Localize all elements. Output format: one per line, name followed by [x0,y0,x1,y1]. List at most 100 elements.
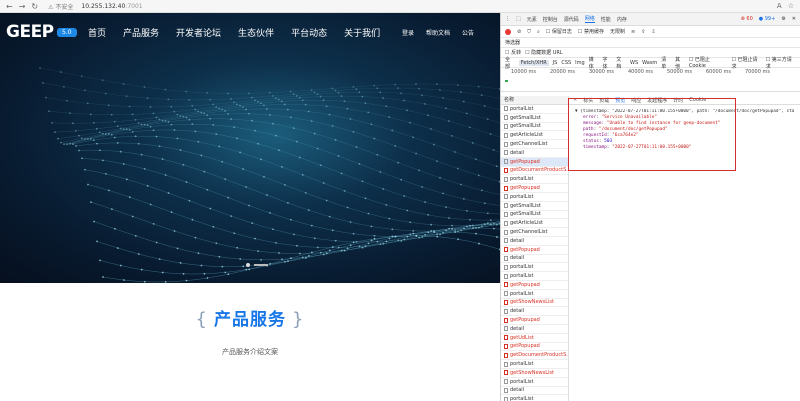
request-row[interactable]: portalList [501,175,568,185]
request-row[interactable]: getPopupad [501,184,568,193]
disable-cache-checkbox[interactable]: ☐ 禁用缓存 [578,28,604,35]
request-row[interactable]: getDocumentProductS... [501,167,568,176]
request-row[interactable]: getPopupad [501,246,568,255]
request-row[interactable]: getArticleList [501,131,568,141]
request-row[interactable]: detail [501,237,568,246]
request-row[interactable]: portalList [501,360,568,369]
request-row[interactable]: getSmallList [501,114,568,123]
tab-network[interactable]: 网络 [584,15,595,23]
help-docs-link[interactable]: 帮助文档 [426,28,450,37]
import-icon[interactable]: ⇪ [641,29,645,35]
nav-item-news[interactable]: 平台动态 [291,26,327,39]
nav-item-partners[interactable]: 生态伙伴 [238,26,274,39]
request-row[interactable]: portalList [501,263,568,273]
type-filter-4[interactable]: Img [575,60,585,66]
wave-particle [131,215,134,218]
carousel-dot[interactable] [246,263,250,267]
carousel-dash[interactable] [254,264,268,266]
hide-data-url-checkbox[interactable]: ☐ 隐藏数据 URL [525,49,563,56]
export-icon[interactable]: ⇩ [651,29,655,35]
back-icon[interactable]: ← [6,2,13,11]
favorite-star-icon[interactable]: ☆ [788,2,794,10]
forward-icon[interactable]: → [19,2,26,11]
request-row[interactable]: getChannelList [501,140,568,149]
settings-gear-icon[interactable]: ⚙ [781,16,785,22]
request-row[interactable]: getSmallList [501,211,568,220]
tab-sources[interactable]: 源代码 [564,16,579,23]
logo[interactable]: GEEP [6,22,54,42]
nav-item-about[interactable]: 关于我们 [344,26,380,39]
request-row[interactable]: portalList [501,193,568,202]
warning-count[interactable]: ● 99+ [759,16,776,22]
announcement-link[interactable]: 公告 [462,28,474,37]
wave-particle [373,84,376,87]
inspect-icon[interactable]: ⬚ [516,16,521,22]
wave-line [39,67,500,94]
error-count[interactable]: ⊗ 60 [741,16,753,22]
request-row[interactable]: detail [501,255,568,264]
tab-performance[interactable]: 性能 [601,16,611,23]
wave-particle [110,208,113,211]
wave-particle [140,153,143,156]
search-icon[interactable]: ⌕ [537,29,540,35]
request-row[interactable]: detail [501,307,568,317]
request-row[interactable]: getPopupad [501,316,568,325]
preserve-log-checkbox[interactable]: ☐ 保留日志 [546,28,572,35]
request-row[interactable]: getShowNewsList [501,299,568,308]
type-filter-3[interactable]: CSS [561,60,571,66]
nav-item-home[interactable]: 首页 [88,26,106,39]
network-timeline-overview[interactable]: 10000 ms 20000 ms 30000 ms 40000 ms 50000 ms… [501,68,800,92]
request-row[interactable]: getPopupad [501,343,568,352]
request-row[interactable]: getSmallList [501,123,568,132]
throttling-select[interactable]: 无限制 [610,28,625,35]
filter-input[interactable]: 筛选器 [505,39,520,46]
wifi-icon[interactable]: ≋ [631,29,635,35]
wave-particle [101,159,104,162]
request-list-header[interactable]: 名称 [501,96,568,105]
type-filter-2[interactable]: JS [553,60,558,66]
wave-particle [99,259,101,262]
read-aloud-icon[interactable]: A [777,2,782,10]
nav-item-forum[interactable]: 开发者论坛 [176,26,221,39]
reload-icon[interactable]: ↻ [31,2,38,11]
request-row[interactable]: portalList [501,290,568,299]
record-icon[interactable] [505,28,511,35]
request-name: portalList [510,378,534,385]
type-filter-8[interactable]: WS [630,60,638,66]
close-devtools-icon[interactable]: ✕ [792,16,796,22]
request-row[interactable]: detail [501,387,568,396]
tab-console[interactable]: 控制台 [543,16,558,23]
request-row[interactable]: getPopupad [501,157,568,167]
request-row[interactable]: portalList [501,105,568,114]
wave-particle [358,163,361,165]
request-row[interactable]: getDocumentProductS... [501,351,568,361]
wave-particle [301,99,304,102]
type-filter-9[interactable]: Wasm [642,60,657,66]
address-input[interactable]: 10.255.132.40:7001 [81,3,142,10]
tab-memory[interactable]: 内存 [617,16,627,23]
security-indicator[interactable]: ⚠ 不安全 [48,2,73,11]
wave-particle [433,231,436,233]
request-row[interactable]: getSmallList [501,202,568,211]
request-row[interactable]: detail [501,325,568,334]
request-row[interactable]: getShowNewsList [501,369,568,378]
request-row[interactable]: portalList [501,272,568,281]
wave-particle [439,233,442,236]
wave-particle [176,247,179,250]
request-row[interactable]: portalList [501,378,568,387]
request-row[interactable]: detail [501,149,568,158]
clear-icon[interactable]: ⊘ [517,29,521,35]
request-row[interactable]: getUdList [501,334,568,343]
filter-icon[interactable]: ⛉ [527,29,531,35]
request-row[interactable]: getArticleList [501,219,568,229]
request-row[interactable]: getPopupad [501,281,568,290]
type-filter-1[interactable]: Fetch/XHR [518,59,549,66]
login-link[interactable]: 登录 [402,28,414,37]
nav-item-products[interactable]: 产品服务 [123,26,159,39]
particle-wave-graphic [39,67,500,283]
devtools-menu-icon[interactable]: ⋮ [505,16,510,22]
request-row[interactable]: getChannelList [501,228,568,237]
wave-particle [42,82,44,84]
request-row[interactable]: portalList [501,395,568,401]
tab-elements[interactable]: 元素 [527,16,537,23]
